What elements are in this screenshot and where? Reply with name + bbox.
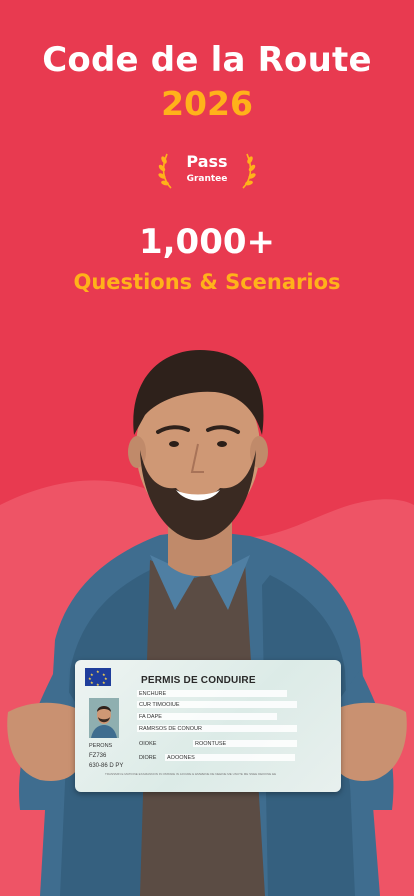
license-field-7: ROONTUSE — [195, 741, 227, 747]
license-field-5: PERONS — [89, 743, 113, 749]
driving-license-card: ★ ★ ★ ★ ★ ★ ★ ★ PERMIS DE CONDUIRE ENCHU… — [75, 660, 341, 792]
app-promo-screen: Code de la Route 2026 Pass Grantee 1,000… — [0, 0, 414, 896]
license-footer-text: TRANSMIN E MATIONE EXAMANNON IN OMSSIIE … — [105, 772, 277, 776]
license-photo-portrait-icon — [89, 698, 119, 738]
license-field-4: RAMRSOS DE CONOUR — [139, 726, 202, 732]
license-field-3: FA DAPE — [139, 714, 162, 720]
license-title: PERMIS DE CONDUIRE — [141, 675, 256, 686]
eu-flag-icon: ★ ★ ★ ★ ★ ★ ★ ★ — [85, 668, 111, 687]
license-field-9: 630-86 D PY — [89, 763, 124, 769]
license-field-1: ENCHURE — [139, 691, 167, 697]
man-holding-license-illustration — [7, 350, 407, 896]
pass-grantee-badge: Pass Grantee — [157, 150, 257, 190]
questions-subtitle: Questions & Scenarios — [73, 270, 341, 294]
license-field-11: AOOONES — [167, 755, 195, 761]
license-photo — [89, 698, 119, 738]
license-field-6: OIOKE — [139, 741, 157, 747]
app-year: 2026 — [161, 84, 253, 123]
license-field-10: DIORE — [139, 755, 157, 761]
license-field-2: CUR TIMOOIUE — [139, 702, 180, 708]
license-field-8: FZ736 — [89, 753, 107, 759]
questions-count: 1,000+ — [138, 222, 276, 262]
laurel-right-icon — [242, 153, 256, 189]
app-title: Code de la Route — [42, 40, 372, 80]
